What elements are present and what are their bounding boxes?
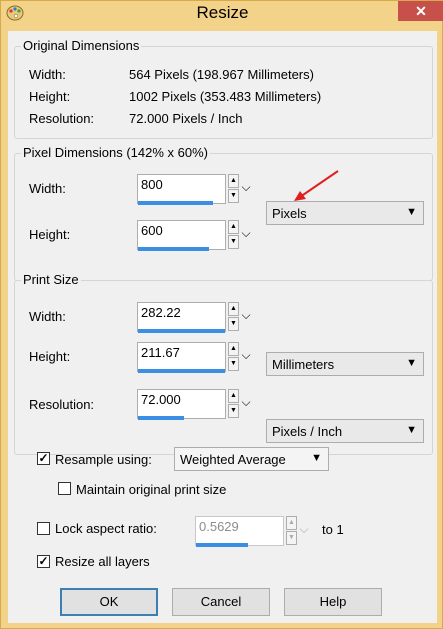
- arrow-up-icon[interactable]: ▲: [228, 342, 239, 356]
- aspect-ratio-spinner[interactable]: 0.5629 ▲ ▼ ⌵: [195, 516, 310, 550]
- pixel-height-label: Height:: [29, 227, 71, 242]
- lock-aspect-checkbox[interactable]: [37, 522, 50, 535]
- chevron-down-icon: ▼: [406, 357, 417, 369]
- resample-method-value: Weighted Average: [180, 452, 286, 467]
- window-title: Resize: [196, 3, 249, 22]
- dialog-body: Original Dimensions Width: 564 Pixels (1…: [8, 31, 437, 623]
- arrow-up-icon[interactable]: ▲: [228, 302, 239, 316]
- original-height-label: Height:: [29, 89, 71, 104]
- pixel-dimensions-group: Pixel Dimensions (142% x 60%) Width: 800…: [14, 145, 433, 281]
- arrow-down-icon[interactable]: ▼: [228, 357, 239, 371]
- chevron-down-icon[interactable]: ⌵: [240, 180, 252, 194]
- print-height-slider-bar[interactable]: [138, 369, 225, 373]
- arrow-up-icon[interactable]: ▲: [228, 389, 239, 403]
- resample-checkbox[interactable]: ✓: [37, 452, 50, 465]
- print-height-spinner[interactable]: 211.67 ▲ ▼ ⌵: [137, 342, 252, 376]
- chevron-down-icon[interactable]: ⌵: [240, 348, 252, 362]
- aspect-ratio-input[interactable]: 0.5629: [195, 516, 284, 546]
- print-size-legend: Print Size: [21, 272, 81, 287]
- print-resolution-spinner[interactable]: 72.000 ▲ ▼ ⌵: [137, 389, 252, 423]
- resolution-unit-value: Pixels / Inch: [272, 424, 343, 439]
- pixel-height-slider-bar[interactable]: [138, 247, 209, 251]
- chevron-down-icon[interactable]: ⌵: [298, 522, 310, 536]
- chevron-down-icon[interactable]: ⌵: [240, 395, 252, 409]
- close-icon: ✕: [415, 2, 427, 19]
- chevron-down-icon: ▼: [311, 452, 322, 464]
- chevron-down-icon[interactable]: ⌵: [240, 308, 252, 322]
- aspect-ratio-slider-bar[interactable]: [196, 543, 248, 547]
- chevron-down-icon[interactable]: ⌵: [240, 226, 252, 240]
- original-resolution-label: Resolution:: [29, 111, 95, 126]
- pixel-height-spinner[interactable]: 600 ▲ ▼ ⌵: [137, 220, 252, 254]
- resize-layers-checkbox[interactable]: ✓: [37, 555, 50, 568]
- original-width-value: 564 Pixels (198.967 Millimeters): [129, 67, 314, 82]
- lock-aspect-label[interactable]: Lock aspect ratio:: [55, 521, 157, 536]
- ok-button[interactable]: OK: [60, 588, 158, 616]
- original-width-label: Width:: [29, 67, 66, 82]
- chevron-down-icon: ▼: [406, 424, 417, 436]
- title-bar: Resize ✕: [1, 1, 443, 31]
- resample-label[interactable]: Resample using:: [55, 452, 152, 467]
- print-resolution-input[interactable]: 72.000: [137, 389, 226, 419]
- arrow-down-icon[interactable]: ▼: [228, 317, 239, 331]
- print-width-input[interactable]: 282.22: [137, 302, 226, 332]
- print-height-label: Height:: [29, 349, 71, 364]
- arrow-up-icon[interactable]: ▲: [228, 174, 239, 188]
- print-resolution-label: Resolution:: [29, 397, 95, 412]
- original-height-value: 1002 Pixels (353.483 Millimeters): [129, 89, 322, 104]
- print-size-group: Print Size Width: 282.22 ▲ ▼ ⌵ Height: 21…: [14, 272, 433, 455]
- red-arrow-icon: [294, 170, 339, 201]
- aspect-suffix-label: to 1: [322, 522, 344, 537]
- pixel-width-spinner[interactable]: 800 ▲ ▼ ⌵: [137, 174, 252, 208]
- arrow-up-icon[interactable]: ▲: [286, 516, 297, 530]
- arrow-down-icon[interactable]: ▼: [228, 404, 239, 418]
- pixel-dimensions-legend: Pixel Dimensions (142% x 60%): [21, 145, 210, 160]
- original-resolution-value: 72.000 Pixels / Inch: [129, 111, 243, 126]
- arrow-down-icon[interactable]: ▼: [228, 189, 239, 203]
- chevron-down-icon: ▼: [406, 206, 417, 218]
- arrow-up-icon[interactable]: ▲: [228, 220, 239, 234]
- maintain-print-size-label[interactable]: Maintain original print size: [76, 482, 226, 497]
- resample-method-select[interactable]: Weighted Average ▼: [174, 447, 329, 471]
- resolution-unit-select[interactable]: Pixels / Inch ▼: [266, 419, 424, 443]
- print-width-spinner[interactable]: 282.22 ▲ ▼ ⌵: [137, 302, 252, 336]
- pixel-height-input[interactable]: 600: [137, 220, 226, 250]
- pixel-unit-value: Pixels: [272, 206, 307, 221]
- cancel-button[interactable]: Cancel: [172, 588, 270, 616]
- print-height-input[interactable]: 211.67: [137, 342, 226, 372]
- maintain-print-size-checkbox[interactable]: [58, 482, 71, 495]
- close-button[interactable]: ✕: [398, 1, 443, 21]
- pixel-width-label: Width:: [29, 181, 66, 196]
- print-resolution-slider-bar[interactable]: [138, 416, 184, 420]
- pixel-width-slider-bar[interactable]: [138, 201, 213, 205]
- print-size-unit-value: Millimeters: [272, 357, 335, 372]
- print-size-unit-select[interactable]: Millimeters ▼: [266, 352, 424, 376]
- arrow-down-icon[interactable]: ▼: [228, 235, 239, 249]
- arrow-down-icon[interactable]: ▼: [286, 531, 297, 545]
- resize-dialog: Resize ✕ Original Dimensions Width: 564 …: [0, 0, 443, 629]
- pixel-width-input[interactable]: 800: [137, 174, 226, 204]
- resize-layers-label[interactable]: Resize all layers: [55, 554, 150, 569]
- help-button[interactable]: Help: [284, 588, 382, 616]
- original-dimensions-group: Original Dimensions Width: 564 Pixels (1…: [14, 38, 433, 139]
- original-dimensions-legend: Original Dimensions: [21, 38, 142, 53]
- print-width-label: Width:: [29, 309, 66, 324]
- print-width-slider-bar[interactable]: [138, 329, 225, 333]
